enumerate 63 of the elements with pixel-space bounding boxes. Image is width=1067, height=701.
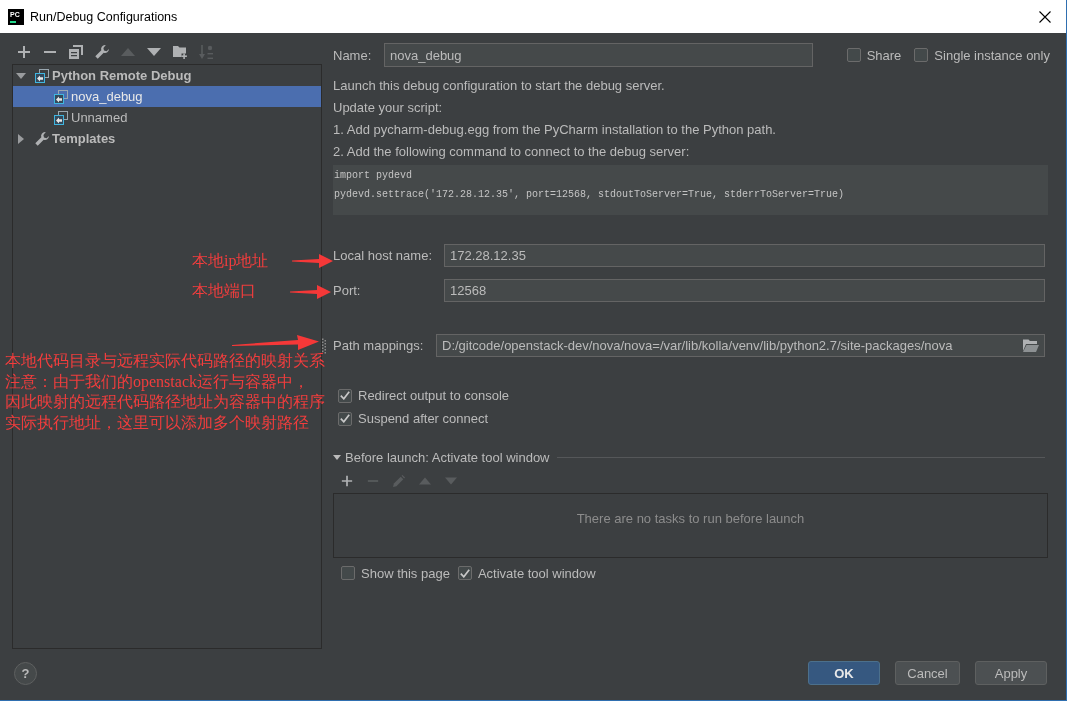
tree-item[interactable]: Templates — [13, 128, 321, 149]
section-header[interactable]: Before launch: Activate tool window — [345, 449, 550, 465]
annotation-text: 实际执行地址，这里可以添加多个映射路径 — [5, 412, 310, 433]
add-icon[interactable] — [17, 45, 31, 59]
checkbox-label[interactable]: Share — [866, 47, 902, 63]
annotation-text: 本地端口 — [192, 282, 256, 300]
text-field[interactable]: 12568 — [444, 279, 1045, 302]
add-icon[interactable] — [341, 475, 353, 487]
code-line: pydevd.settrace('172.28.12.35', port=12568, stdoutToServer=True, stderrToServer=True) — [334, 188, 846, 202]
annotation-text: 因此映射的远程代码路径地址为容器中的程序 — [5, 392, 325, 412]
window-title: Run/Debug Configurations — [30, 9, 178, 24]
checkbox-label[interactable]: Single instance only — [934, 47, 1050, 63]
folder-add-icon[interactable] — [173, 45, 187, 59]
path-field[interactable]: D:/gitcode/openstack-dev/nova/nova=/var/lib/kolla/venv/lib/python2.7/site-packages/nova — [436, 334, 1045, 357]
copy-icon[interactable] — [69, 45, 83, 59]
field-label: Path mappings: — [333, 338, 425, 353]
cancel-button[interactable]: Cancel — [895, 661, 960, 685]
help-button[interactable]: ? — [14, 662, 37, 685]
annotation-text: 本地ip地址 — [192, 252, 269, 270]
close-icon[interactable] — [1039, 10, 1051, 23]
ok-button[interactable]: OK — [808, 661, 880, 685]
name-field[interactable]: nova_debug — [384, 43, 813, 67]
wrench-icon — [35, 131, 49, 146]
window-arrow-icon — [54, 110, 68, 125]
description-text: 1. Add pycharm-debug.egg from the PyCharm installation to the Python path. — [333, 121, 777, 139]
code-line: import pydevd — [334, 169, 413, 183]
checkmark-icon — [340, 414, 350, 423]
description-text: Update your script: — [333, 99, 444, 117]
annotation-arrow — [290, 285, 331, 299]
caret-down-icon[interactable] — [16, 72, 26, 79]
empty-message: There are no tasks to run before launch — [576, 511, 805, 526]
caret-down-icon[interactable] — [333, 454, 341, 460]
tree-item[interactable]: nova_debug — [13, 86, 321, 107]
checkbox-label[interactable]: Redirect output to console — [358, 388, 510, 403]
field-label: Port: — [333, 283, 362, 298]
tree-item[interactable]: Python Remote Debug — [13, 65, 321, 86]
checkbox[interactable] — [341, 566, 355, 580]
folder-icon[interactable] — [1023, 339, 1039, 352]
checkbox[interactable] — [846, 48, 861, 62]
checkmark-icon — [340, 391, 350, 400]
tree-item[interactable]: Unnamed — [13, 107, 321, 128]
checkbox[interactable] — [338, 411, 352, 426]
window-arrow-icon — [35, 68, 49, 83]
apply-button[interactable]: Apply — [975, 661, 1047, 685]
checkbox-label[interactable]: Activate tool window — [477, 565, 596, 581]
drag-handle-icon[interactable] — [322, 337, 326, 354]
checkbox[interactable] — [338, 388, 352, 403]
checkbox-label[interactable]: Show this page — [361, 565, 450, 581]
wrench-icon[interactable] — [95, 45, 109, 59]
field-label: Name: — [333, 47, 373, 63]
checkmark-icon — [459, 568, 470, 578]
field-label: Local host name: — [333, 248, 433, 263]
text-field[interactable]: 172.28.12.35 — [444, 244, 1045, 267]
description-text: 2. Add the following command to connect to the debug server: — [333, 143, 691, 161]
checkbox[interactable] — [914, 48, 929, 62]
annotation-arrow — [292, 254, 333, 268]
caret-right-icon[interactable] — [18, 133, 24, 144]
checkbox[interactable] — [457, 566, 472, 580]
description-text: Launch this debug configuration to start the debug server. — [333, 77, 666, 95]
annotation-text: 注意：由于我们的openstack运行与容器中， — [5, 371, 310, 392]
checkbox-label[interactable]: Suspend after connect — [358, 411, 489, 426]
window-arrow-icon — [54, 89, 68, 104]
annotation-text: 本地代码目录与远程实际代码路径的映射关系 — [5, 351, 325, 371]
